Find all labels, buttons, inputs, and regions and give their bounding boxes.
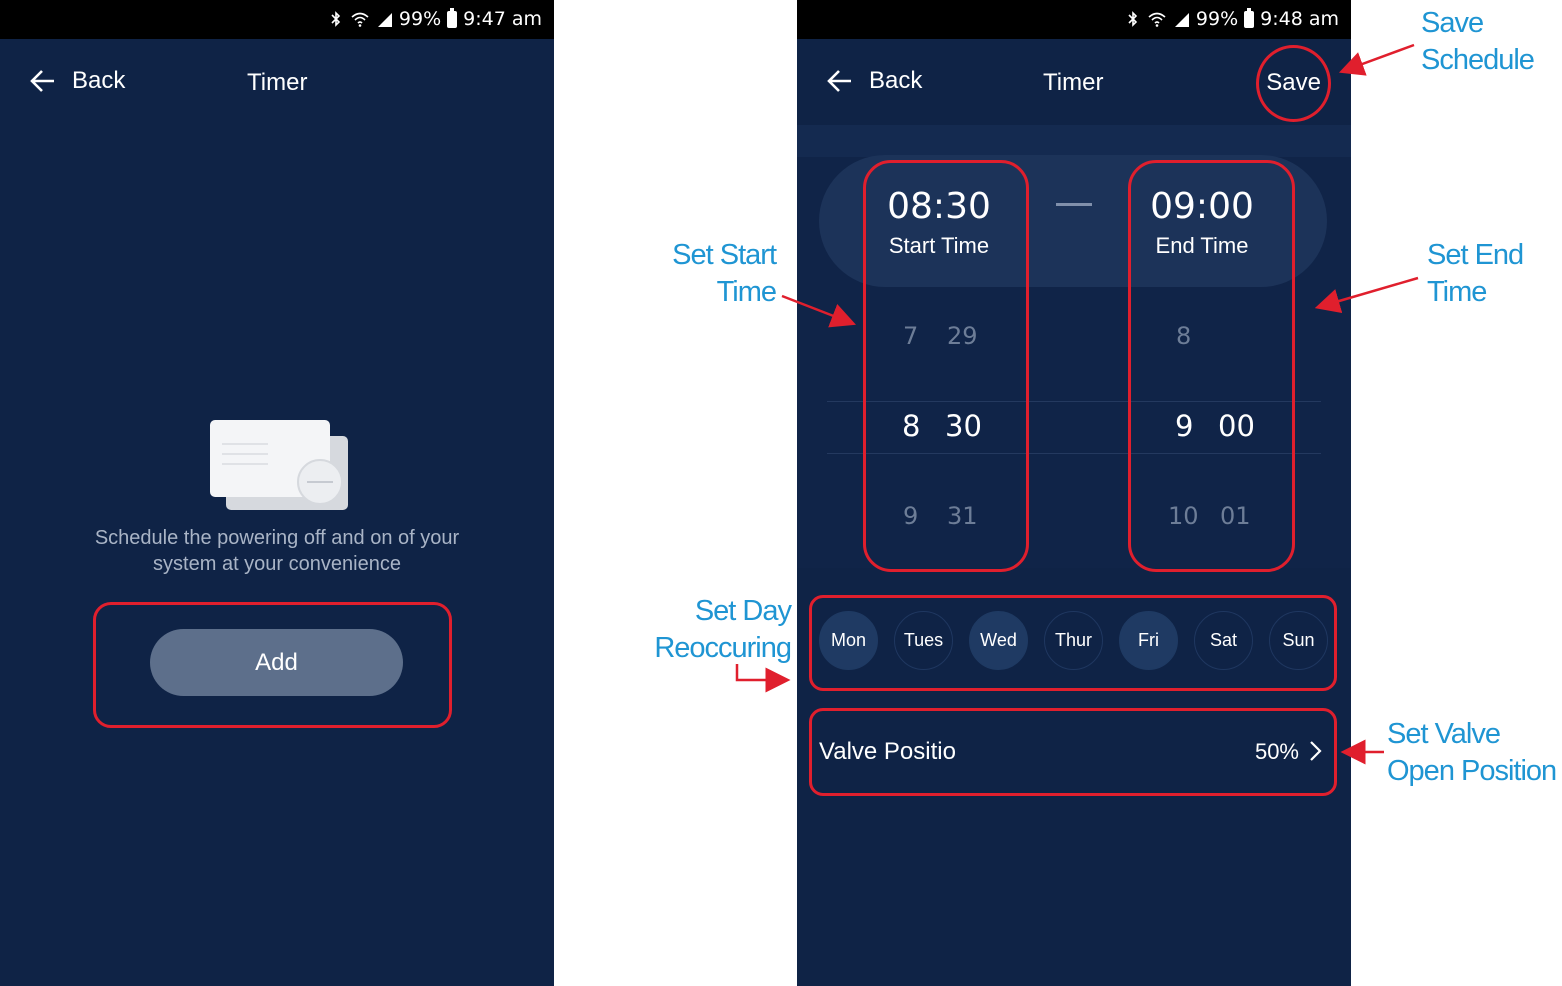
annotation-arrows — [735, 43, 1419, 765]
annotation-line: Set Day — [694, 595, 792, 627]
annotation-line: Time — [716, 276, 777, 308]
annotation-set-start-time: Set Start Time — [640, 237, 777, 311]
annotation-line: Reoccuring — [654, 632, 792, 664]
annotation-arrow-end — [1314, 276, 1419, 314]
annotation-line: Set Start — [672, 239, 777, 271]
annotation-line: Time — [1427, 276, 1487, 308]
annotation-line: Set Valve — [1387, 718, 1501, 750]
annotation-arrow-start — [781, 294, 856, 328]
annotation-line: Save — [1421, 7, 1484, 39]
annotation-line: Set End — [1427, 239, 1524, 271]
annotation-line: Open Position — [1387, 755, 1557, 787]
annotation-save-schedule: Save Schedule — [1421, 5, 1535, 79]
annotation-arrow-save — [1338, 43, 1415, 76]
annotation-set-valve: Set Valve Open Position — [1387, 716, 1557, 790]
annotation-set-end-time: Set End Time — [1427, 237, 1524, 311]
annotation-line: Schedule — [1421, 44, 1535, 76]
annotation-set-day: Set Day Reoccuring — [630, 593, 792, 667]
